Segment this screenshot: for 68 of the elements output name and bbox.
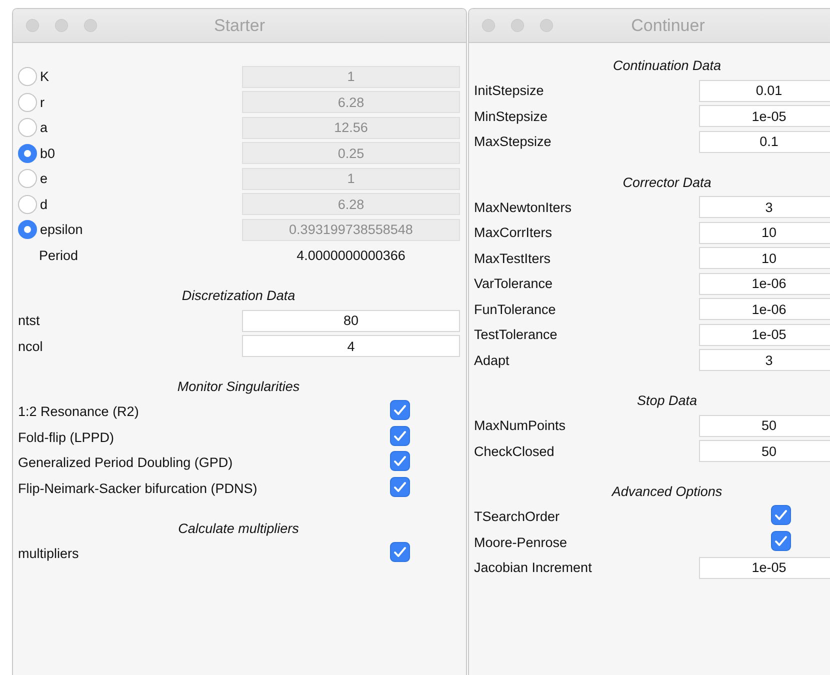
input-field[interactable]: 1e-05 xyxy=(699,105,830,128)
field-label: Jacobian Increment xyxy=(474,560,592,576)
input-field[interactable]: 50 xyxy=(699,414,830,437)
option-label: multipliers xyxy=(18,546,79,562)
window-control-icon[interactable] xyxy=(26,19,39,32)
section-heading: Continuation Data xyxy=(612,58,722,73)
field-label: CheckClosed xyxy=(474,444,554,459)
field-label: InitStepsize xyxy=(474,83,544,98)
parameter-label: d xyxy=(40,196,48,212)
option-label: Fold-flip (LPPD) xyxy=(18,430,114,445)
section-heading: Discretization Data xyxy=(182,288,296,303)
checkbox[interactable] xyxy=(390,451,410,472)
option-label: Generalized Period Doubling (GPD) xyxy=(18,455,233,470)
input-field[interactable]: 10 xyxy=(699,247,830,270)
field-label: MaxCorrIters xyxy=(474,225,552,240)
input-field[interactable]: 50 xyxy=(699,440,830,462)
input-field[interactable]: 10 xyxy=(699,222,830,244)
field-label: MaxTestIters xyxy=(474,250,551,266)
checkbox[interactable] xyxy=(390,400,410,420)
section-heading: Calculate multipliers xyxy=(178,521,299,536)
window-title: Continuer xyxy=(631,16,705,34)
field-label: ncol xyxy=(18,338,43,354)
field-label: MaxStepsize xyxy=(474,134,552,150)
parameter-label: K xyxy=(40,69,50,84)
period-label: Period xyxy=(39,248,78,263)
checkbox[interactable] xyxy=(771,530,791,551)
input-field[interactable]: 80 xyxy=(242,310,460,332)
section-heading: Advanced Options xyxy=(612,484,722,499)
input-field[interactable]: 0.1 xyxy=(699,130,830,153)
input-field[interactable]: 0.01 xyxy=(699,80,830,102)
field-label: Adapt xyxy=(474,352,510,368)
input-field[interactable]: 3 xyxy=(699,196,830,218)
checkbox[interactable] xyxy=(771,505,791,526)
field-label: MinStepsize xyxy=(474,108,548,124)
parameter-label: b0 xyxy=(40,146,56,161)
window-control-icon[interactable] xyxy=(84,19,97,32)
option-label: Moore-Penrose xyxy=(474,534,568,550)
period-value: 4.0000000000366 xyxy=(296,248,406,263)
input-field[interactable]: 1e-06 xyxy=(699,298,830,320)
option-label: TSearchOrder xyxy=(474,509,560,524)
parameter-label: a xyxy=(40,120,48,136)
window-control-icon[interactable] xyxy=(511,19,524,32)
input-field[interactable]: 1e-06 xyxy=(699,272,830,295)
parameter-label: epsilon xyxy=(40,222,83,238)
window-control-icon[interactable] xyxy=(55,19,68,32)
window-title: Starter xyxy=(214,16,266,34)
parameter-label: e xyxy=(40,171,48,186)
input-field[interactable]: 3 xyxy=(699,349,830,372)
checkbox[interactable] xyxy=(390,542,410,562)
parameter-label: r xyxy=(40,94,44,110)
field-label: FunTolerance xyxy=(474,302,556,317)
window-control-icon[interactable] xyxy=(482,19,495,32)
field-label: ntst xyxy=(18,313,40,328)
option-label: Flip-Neimark-Sacker bifurcation (PDNS) xyxy=(18,480,258,496)
field-label: VarTolerance xyxy=(474,276,553,292)
field-label: TestTolerance xyxy=(474,327,558,342)
section-heading: Stop Data xyxy=(636,393,698,408)
section-heading: Monitor Singularities xyxy=(177,379,300,394)
checkbox[interactable] xyxy=(390,476,410,497)
field-label: MaxNumPoints xyxy=(474,418,566,434)
field-label: MaxNewtonIters xyxy=(474,200,572,215)
option-label: 1:2 Resonance (R2) xyxy=(18,404,139,420)
checkbox[interactable] xyxy=(390,426,410,446)
window-control-icon[interactable] xyxy=(540,19,553,32)
input-field[interactable]: 1e-05 xyxy=(699,324,830,346)
input-field[interactable]: 4 xyxy=(242,335,460,358)
section-heading: Corrector Data xyxy=(622,174,712,190)
input-field[interactable]: 1e-05 xyxy=(699,556,830,579)
